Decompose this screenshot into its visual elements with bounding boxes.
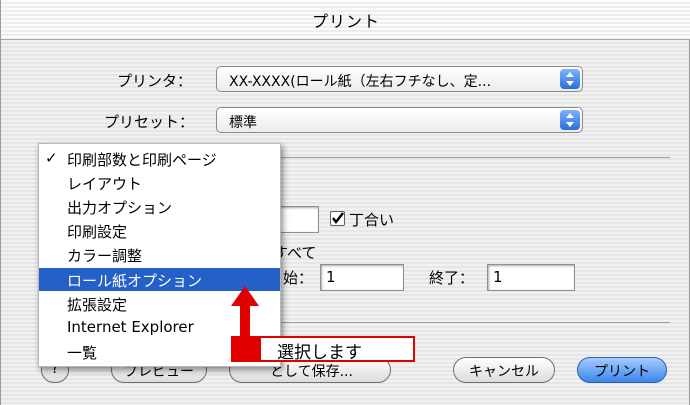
pages-from-field[interactable]: 1 bbox=[320, 264, 404, 291]
preset-popup[interactable]: 標準 bbox=[216, 107, 583, 133]
popup-arrows-icon bbox=[560, 110, 580, 130]
pages-from-value: 1 bbox=[326, 268, 336, 286]
separator bbox=[280, 322, 670, 323]
pages-from-label: 始： bbox=[283, 269, 314, 287]
menu-item-label: 拡張設定 bbox=[67, 296, 128, 314]
menu-item-label: 一覧 bbox=[67, 344, 98, 362]
collate-checkbox[interactable] bbox=[330, 211, 345, 226]
cancel-button[interactable]: キャンセル bbox=[453, 357, 555, 383]
annotation-text: 選択します bbox=[277, 343, 362, 363]
checkmark-icon bbox=[332, 212, 344, 224]
title-bar: プリント bbox=[1, 0, 690, 40]
collate-label: 丁合い bbox=[349, 211, 395, 229]
cancel-label: キャンセル bbox=[469, 364, 539, 380]
menu-item-label: レイアウト bbox=[67, 175, 143, 193]
window-title: プリント bbox=[311, 12, 380, 31]
annotation-callout: 選択します bbox=[231, 336, 415, 363]
save-pdf-label: として保存... bbox=[270, 364, 353, 380]
menu-item-label: 出力オプション bbox=[67, 199, 173, 217]
print-button[interactable]: プリント bbox=[577, 357, 667, 383]
menu-item-color-adjust[interactable]: カラー調整 bbox=[39, 243, 280, 266]
separator bbox=[280, 157, 670, 158]
pages-to-value: 1 bbox=[493, 268, 503, 286]
printer-label: プリンタ： bbox=[117, 72, 193, 90]
menu-item-layout[interactable]: レイアウト bbox=[39, 171, 280, 194]
print-label: プリント bbox=[594, 364, 650, 380]
menu-item-label: 印刷設定 bbox=[67, 223, 128, 241]
menu-item-label: ロール紙オプション bbox=[67, 272, 203, 290]
popup-arrows-icon bbox=[560, 69, 580, 89]
menu-item-print-settings[interactable]: 印刷設定 bbox=[39, 219, 280, 242]
menu-item-output-options[interactable]: 出力オプション bbox=[39, 195, 280, 218]
menu-item-label: カラー調整 bbox=[67, 247, 143, 265]
preset-value: 標準 bbox=[229, 115, 257, 131]
pages-to-field[interactable]: 1 bbox=[487, 264, 575, 291]
menu-item-label: Internet Explorer bbox=[67, 318, 194, 336]
pages-to-label: 終了： bbox=[429, 269, 475, 287]
menu-item-copies-pages[interactable]: ✓ 印刷部数と印刷ページ bbox=[39, 147, 280, 170]
printer-value: XX-XXXX(ロール紙（左右フチなし、定... bbox=[229, 74, 492, 90]
checkmark-icon: ✓ bbox=[45, 149, 58, 167]
menu-item-label: 印刷部数と印刷ページ bbox=[67, 151, 217, 169]
preset-label: プリセット： bbox=[104, 113, 195, 131]
printer-popup[interactable]: XX-XXXX(ロール紙（左右フチなし、定... bbox=[216, 66, 583, 92]
callout-marker bbox=[233, 338, 261, 360]
